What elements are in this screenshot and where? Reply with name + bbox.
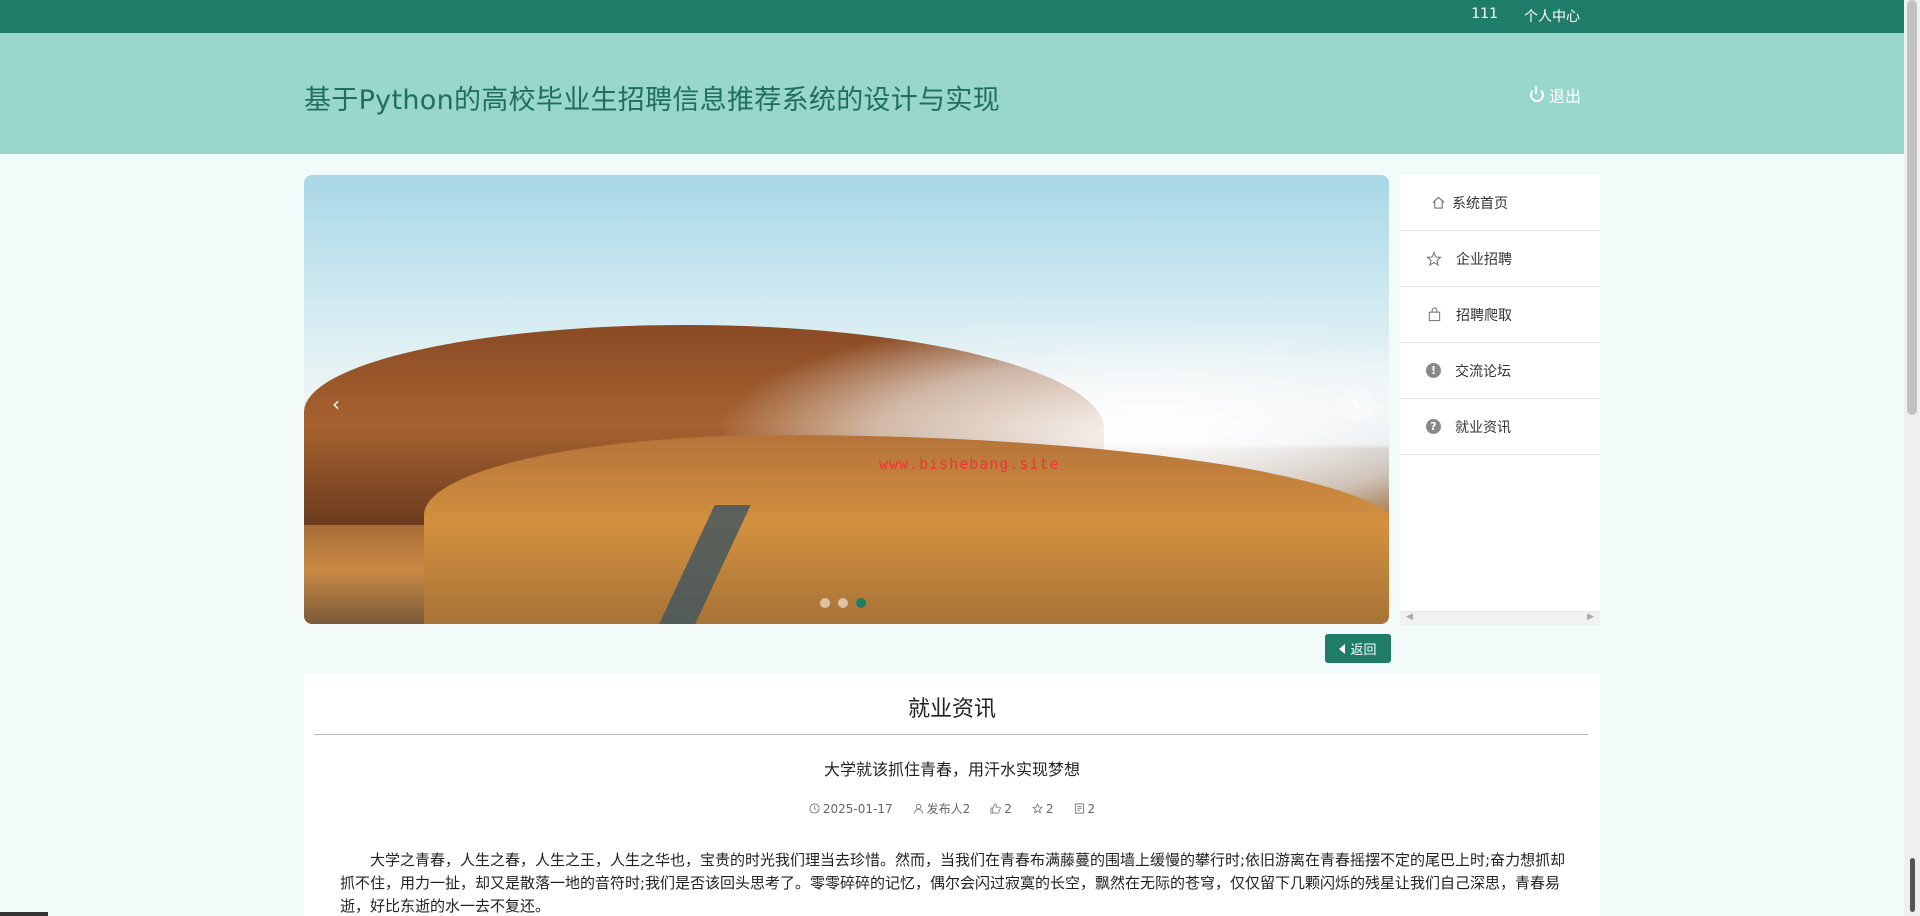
divider [314, 734, 1588, 735]
site-header: 基于Python的高校毕业生招聘信息推荐系统的设计与实现 退出 [0, 33, 1904, 154]
logout-label: 退出 [1548, 87, 1581, 106]
star-icon [1426, 250, 1442, 267]
back-label: 返回 [1350, 643, 1377, 658]
carousel-indicators [820, 598, 866, 608]
carousel-prev-button[interactable]: ‹ [318, 387, 354, 423]
menu-item-label: 就业资讯 [1455, 419, 1511, 436]
carousel-dot[interactable] [838, 598, 848, 608]
home-icon [1430, 195, 1446, 211]
comments-value: 2 [1087, 801, 1096, 816]
article-meta: 2025-01-17 发布人2 2 2 2 [304, 800, 1600, 817]
scrollbar-thumb-secondary[interactable] [1910, 858, 1915, 912]
menu-item-label: 招聘爬取 [1456, 307, 1512, 324]
bag-icon [1426, 307, 1442, 323]
carousel-dot[interactable] [820, 598, 830, 608]
thumbs-up-icon [990, 803, 1002, 814]
power-icon [1529, 86, 1544, 102]
scrollbar-thumb[interactable] [1907, 0, 1917, 415]
article-comments[interactable]: 2 [1074, 800, 1096, 817]
scroll-left-icon[interactable]: ◀ [1406, 612, 1413, 622]
watermark-text: www.bishebang.site [879, 455, 1060, 473]
carousel-dot-active[interactable] [856, 598, 866, 608]
menu-item-news[interactable]: ? 就业资讯 [1400, 399, 1600, 455]
article-date: 2025-01-17 [809, 800, 893, 817]
likes-value: 2 [1004, 801, 1012, 816]
personal-center-link[interactable]: 个人中心 [1524, 6, 1580, 26]
section-title: 就业资讯 [907, 697, 996, 722]
clock-icon [809, 803, 820, 814]
favorites-value: 2 [1045, 801, 1054, 816]
date-value: 2025-01-17 [822, 801, 893, 816]
logout-button[interactable]: 退出 [1529, 83, 1581, 107]
menu-item-label: 交流论坛 [1455, 363, 1511, 380]
menu-item-crawl[interactable]: 招聘爬取 [1400, 287, 1600, 343]
carousel-next-button[interactable]: › [1339, 387, 1375, 423]
page-scrollbar[interactable] [1904, 0, 1920, 916]
load-progress [0, 912, 48, 916]
article-panel: 就业资讯 大学就该抓住青春，用汗水实现梦想 2025-01-17 发布人2 2 … [304, 673, 1600, 916]
menu-item-forum[interactable]: ! 交流论坛 [1400, 343, 1600, 399]
menu-item-home[interactable]: 系统首页 [1400, 175, 1600, 231]
article-likes[interactable]: 2 [990, 800, 1012, 817]
side-menu-scrollbar[interactable]: ◀ ▶ [1400, 611, 1600, 625]
comment-doc-icon [1074, 803, 1084, 814]
back-button[interactable]: 返回 [1325, 634, 1391, 663]
star-outline-icon [1031, 803, 1043, 814]
banner-carousel[interactable]: www.bishebang.site ‹ › [304, 175, 1389, 624]
menu-item-label: 企业招聘 [1456, 251, 1512, 268]
article-title: 大学就该抓住青春，用汗水实现梦想 [823, 760, 1080, 779]
side-menu: 系统首页 企业招聘 招聘爬取 ! 交流论坛 ? 就业资讯 ◀ ▶ [1400, 175, 1600, 625]
author-value: 发布人2 [926, 802, 971, 816]
scroll-right-icon[interactable]: ▶ [1587, 612, 1594, 622]
menu-item-label: 系统首页 [1452, 195, 1508, 212]
article-author: 发布人2 [913, 800, 971, 817]
question-circle-icon: ? [1426, 419, 1441, 434]
article-body: 大学之青春，人生之春，人生之王，人生之华也，宝贵的时光我们理当去珍惜。然而，当我… [340, 851, 1566, 915]
top-bar: 111 个人中心 [0, 0, 1904, 33]
username: 111 [1471, 6, 1498, 22]
article-favorites[interactable]: 2 [1031, 800, 1054, 817]
user-icon [913, 803, 923, 814]
site-title: 基于Python的高校毕业生招聘信息推荐系统的设计与实现 [304, 85, 1000, 116]
caret-left-icon [1339, 643, 1346, 654]
menu-item-recruitment[interactable]: 企业招聘 [1400, 231, 1600, 287]
exclamation-circle-icon: ! [1426, 363, 1441, 378]
